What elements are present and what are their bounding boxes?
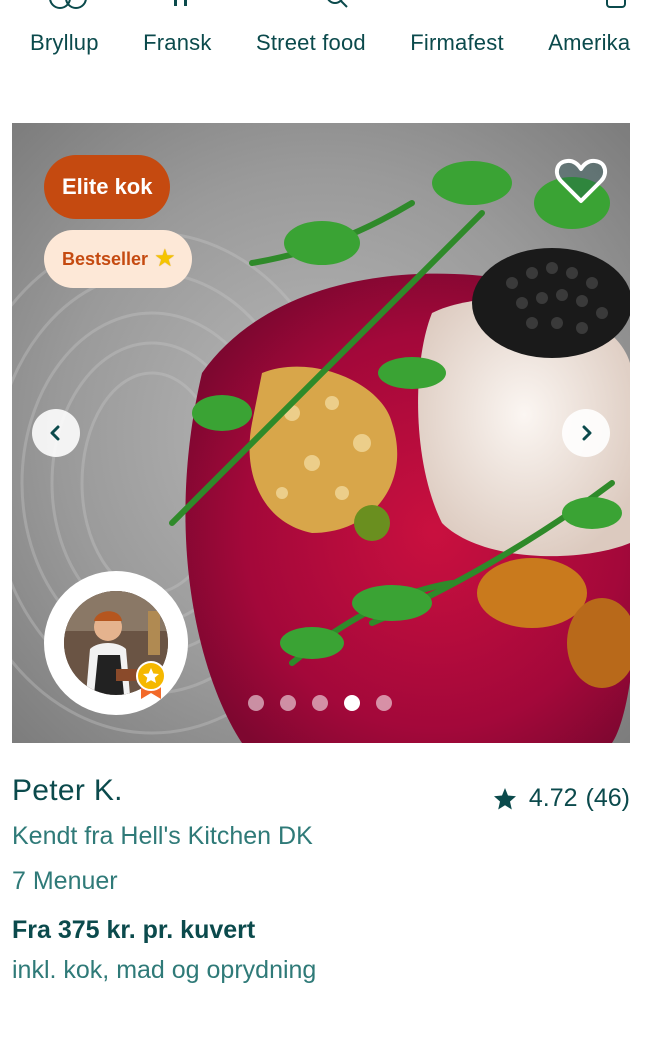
top-bar bbox=[0, 0, 648, 12]
medal-icon bbox=[136, 661, 166, 699]
chef-avatar[interactable] bbox=[44, 571, 188, 715]
menu-icon[interactable] bbox=[170, 0, 194, 10]
search-icon[interactable] bbox=[326, 0, 350, 10]
star-icon bbox=[493, 787, 516, 809]
carousel-dot[interactable] bbox=[376, 695, 392, 711]
chef-subtitle: Kendt fra Hell's Kitchen DK bbox=[12, 822, 313, 850]
category-tabs: Bryllup Fransk Street food Firmafest Ame… bbox=[30, 30, 648, 62]
carousel-dot[interactable] bbox=[280, 695, 296, 711]
chef-rating: 4.72 (46) bbox=[493, 784, 630, 813]
tab-bryllup[interactable]: Bryllup bbox=[30, 30, 99, 56]
price-includes: inkl. kok, mad og oprydning bbox=[12, 956, 317, 984]
bestseller-badge: Bestseller ★ bbox=[44, 230, 192, 288]
review-count: (46) bbox=[585, 784, 630, 812]
tab-amerika[interactable]: Amerika bbox=[548, 30, 630, 56]
rating-value: 4.72 bbox=[528, 784, 578, 812]
heart-icon[interactable] bbox=[554, 157, 608, 205]
elite-chef-badge: Elite kok bbox=[44, 155, 171, 219]
bestseller-label: Bestseller bbox=[62, 249, 149, 269]
tab-firmafest[interactable]: Firmafest bbox=[410, 30, 503, 56]
carousel-dots bbox=[248, 695, 392, 711]
logo-icon[interactable] bbox=[44, 0, 92, 10]
tab-fransk[interactable]: Fransk bbox=[143, 30, 211, 56]
chef-image-carousel[interactable]: Elite kok Bestseller ★ bbox=[12, 123, 630, 743]
chef-name[interactable]: Peter K. bbox=[12, 774, 123, 808]
chevron-left-icon bbox=[50, 425, 60, 441]
previous-slide-button[interactable] bbox=[32, 409, 80, 457]
menu-count: 7 Menuer bbox=[12, 867, 118, 895]
tab-street-food[interactable]: Street food bbox=[256, 30, 366, 56]
carousel-dot[interactable] bbox=[312, 695, 328, 711]
carousel-dot[interactable] bbox=[248, 695, 264, 711]
carousel-dot-active[interactable] bbox=[344, 695, 360, 711]
chevron-right-icon bbox=[582, 425, 592, 441]
cart-icon[interactable] bbox=[604, 0, 628, 10]
next-slide-button[interactable] bbox=[562, 409, 610, 457]
star-icon: ★ bbox=[154, 245, 176, 272]
price: Fra 375 kr. pr. kuvert bbox=[12, 916, 256, 944]
